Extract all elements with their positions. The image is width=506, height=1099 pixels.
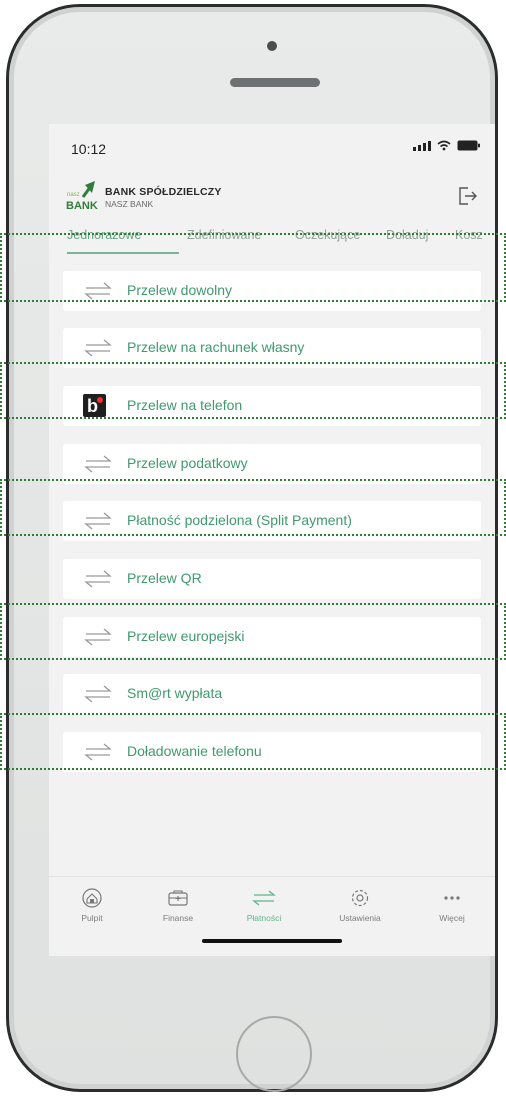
- svg-text:nasz: nasz: [67, 192, 80, 198]
- more-dots-icon: [444, 896, 460, 900]
- transfer-arrows-icon: [84, 570, 112, 588]
- bank-logo: nasz BANK: [66, 181, 98, 212]
- signal-icon: [413, 140, 431, 151]
- list-item-label: Sm@rt wypłata: [127, 685, 223, 701]
- nav-item-platnosci[interactable]: Płatności: [229, 887, 299, 923]
- transfer-arrows-icon: [252, 890, 276, 906]
- svg-text:BANK: BANK: [66, 200, 98, 212]
- highlight-przelew-europejski: [0, 603, 506, 660]
- bottom-nav: Pulpit Finanse Płatności Ustawienia Więc…: [49, 876, 495, 937]
- transfer-arrows-icon: [84, 455, 112, 473]
- highlight-przelew-dowolny: [0, 233, 506, 302]
- highlight-split-payment: [0, 479, 506, 536]
- status-time: 10:12: [71, 141, 107, 157]
- status-icons: [413, 140, 481, 151]
- bank-name: BANK SPÓŁDZIELCZY: [105, 186, 222, 198]
- home-button[interactable]: [236, 1016, 312, 1092]
- status-bar: 10:12: [49, 124, 495, 174]
- app-header: nasz BANK BANK SPÓŁDZIELCZY NASZ BANK: [49, 174, 495, 220]
- bank-subtitle: NASZ BANK: [105, 199, 154, 209]
- list-item-przelew-qr[interactable]: Przelew QR: [63, 559, 481, 599]
- wifi-icon: [437, 140, 451, 151]
- list-item-label: Przelew podatkowy: [127, 455, 248, 471]
- gear-icon: [351, 889, 369, 907]
- logout-icon[interactable]: [455, 184, 479, 208]
- front-camera: [267, 41, 277, 51]
- battery-icon: [457, 140, 480, 151]
- list-item-smart-wyplata[interactable]: Sm@rt wypłata: [63, 674, 481, 714]
- nav-item-wiecej[interactable]: Więcej: [417, 887, 487, 923]
- list-item-label: Przelew na rachunek własny: [127, 339, 305, 355]
- wallet-icon: [168, 890, 188, 906]
- home-icon: [82, 888, 102, 908]
- nav-item-ustawienia[interactable]: Ustawienia: [325, 887, 395, 923]
- earpiece-speaker: [230, 78, 320, 87]
- highlight-doladowanie-telefonu: [0, 713, 506, 770]
- transfer-arrows-icon: [84, 685, 112, 703]
- list-item-label: Przelew QR: [127, 570, 202, 586]
- highlight-przelew-na-telefon: [0, 362, 506, 419]
- list-item-przelew-podatkowy[interactable]: Przelew podatkowy: [63, 444, 481, 484]
- home-indicator: [202, 939, 342, 943]
- nav-item-finanse[interactable]: Finanse: [143, 887, 213, 923]
- transfer-arrows-icon: [84, 339, 112, 357]
- phone-frame: 10:12 nasz BANK BANK SPÓŁDZIELCZY NASZ B…: [6, 4, 498, 1092]
- nav-item-pulpit[interactable]: Pulpit: [57, 887, 127, 923]
